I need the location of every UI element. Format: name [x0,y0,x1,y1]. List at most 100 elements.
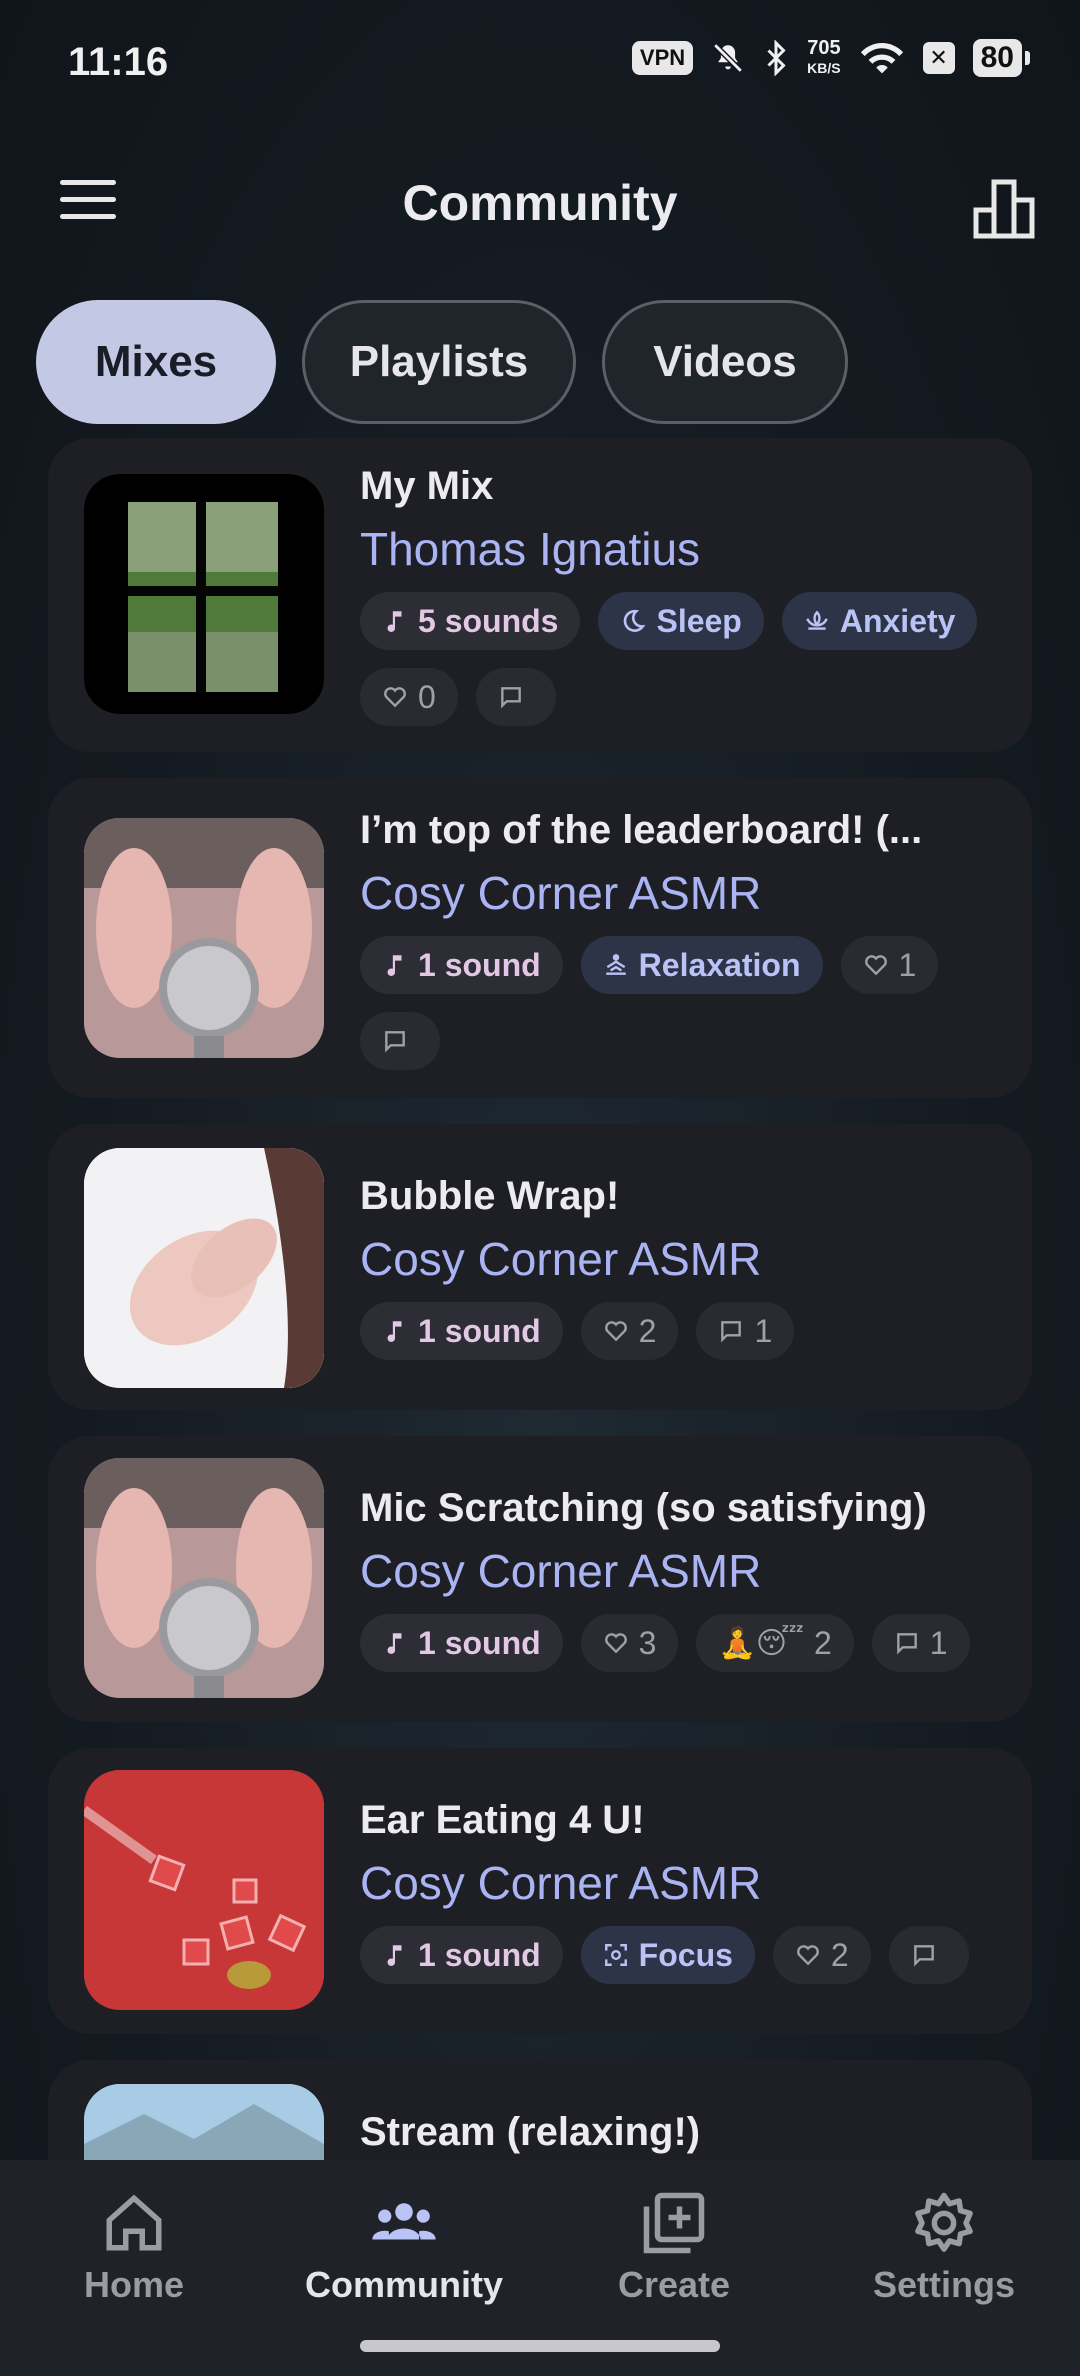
tag-chip-anxiety[interactable]: Anxiety [781,592,978,650]
mix-info: Ear Eating 4 U! Cosy Corner ASMR 1 sound… [360,1794,1002,1984]
mix-chips: 1 sound Relaxation 1 [360,936,1002,1070]
mix-chips: 1 sound 3 🧘😴 2 1 [360,1614,1002,1672]
meditation-icon [605,954,626,975]
tab-bar: Mixes Playlists Videos [36,300,848,424]
moon-icon [624,609,646,632]
mix-card[interactable]: My Mix Thomas Ignatius 5 sounds Sleep An… [48,438,1032,752]
nav-label: Home [83,2264,185,2305]
mix-title: I’m top of the leaderboard! (... [360,808,923,852]
leaderboard-icon[interactable] [970,172,1040,242]
comment-icon [500,687,521,709]
mix-card[interactable]: I’m top of the leaderboard! (... Cosy Co… [48,778,1032,1098]
home-indicator[interactable] [360,2340,720,2352]
mix-thumbnail [84,1458,324,1698]
status-bar: 11:16 VPN 705 KB/S ✕ 80 [0,0,1080,120]
mix-chips: 5 sounds Sleep Anxiety 0 [360,592,1002,726]
mix-card[interactable]: Mic Scratching (so satisfying) Cosy Corn… [48,1436,1032,1722]
tag-label: Anxiety [839,602,956,639]
heart-icon [384,687,406,708]
ice-cubes-image [84,1770,324,2010]
mix-card[interactable]: Ear Eating 4 U! Cosy Corner ASMR 1 sound… [48,1748,1032,2034]
sound-count-chip[interactable]: 1 sound [360,1302,563,1360]
reaction-count: 2 [813,1624,832,1661]
home-icon [106,2194,162,2251]
comment-count: 1 [754,1312,773,1349]
status-icons: VPN 705 KB/S ✕ 80 [631,37,1031,78]
speed-unit: KB/S [807,60,841,76]
tag-label: Focus [638,1936,733,1973]
like-chip[interactable]: 1 [840,936,939,994]
tag-chip-relaxation[interactable]: Relaxation [580,936,823,994]
tab-mixes[interactable]: Mixes [36,300,276,424]
speed-value: 705 [807,37,841,59]
like-chip[interactable]: 2 [580,1302,679,1360]
reaction-chip[interactable]: 🧘😴 2 [696,1614,854,1672]
sound-count-chip[interactable]: 5 sounds [360,592,581,650]
tag-label: Relaxation [638,946,801,983]
music-note-icon [387,611,402,633]
tag-label: Sleep [656,602,742,639]
lotus-icon [806,610,828,630]
mix-thumbnail [84,818,324,1058]
mix-card[interactable]: Stream (relaxing!) [48,2060,1032,2160]
mix-thumbnail [84,474,324,714]
mix-title: Stream (relaxing!) [360,2110,701,2154]
sound-count-chip[interactable]: 1 sound [360,1614,563,1672]
music-note-icon [387,1321,402,1343]
like-chip[interactable]: 3 [580,1614,679,1672]
tab-videos[interactable]: Videos [602,300,848,424]
like-count: 2 [638,1312,657,1349]
mix-author[interactable]: Cosy Corner ASMR [360,1228,1002,1290]
mix-info: Mic Scratching (so satisfying) Cosy Corn… [360,1482,1002,1672]
comment-icon [385,1031,405,1053]
app-bar: Community [0,150,1080,260]
like-chip[interactable]: 0 [360,668,458,726]
mix-info: Bubble Wrap! Cosy Corner ASMR 1 sound 2 … [360,1170,1002,1360]
mix-card[interactable]: Bubble Wrap! Cosy Corner ASMR 1 sound 2 … [48,1124,1032,1410]
nav-label: Settings [872,2264,1015,2305]
comment-icon [913,1945,934,1967]
heart-icon [604,1633,627,1654]
sound-count: 1 sound [418,1624,541,1661]
comment-chip[interactable] [360,1012,440,1070]
close-box-icon: ✕ [922,42,955,74]
tag-chip-sleep[interactable]: Sleep [598,592,764,650]
microphone-hands-image [84,1458,324,1698]
comment-chip[interactable] [888,1926,969,1984]
tag-chip-focus[interactable]: Focus [580,1926,755,1984]
sound-count: 5 sounds [418,602,559,639]
mix-info: I’m top of the leaderboard! (... Cosy Co… [360,804,1002,1070]
like-count: 2 [830,1936,849,1973]
nav-create[interactable]: Create [564,2190,784,2306]
music-note-icon [387,1945,402,1967]
wifi-icon [860,43,903,74]
battery-icon: 80 [972,39,1031,77]
sound-count: 1 sound [418,1936,541,1973]
mix-author[interactable]: Cosy Corner ASMR [360,1540,1002,1602]
reaction-emojis: 🧘😴 [718,1626,804,1660]
heart-icon [864,955,887,976]
like-chip[interactable]: 2 [772,1926,871,1984]
nav-settings[interactable]: Settings [834,2190,1054,2306]
comment-chip[interactable]: 1 [871,1614,970,1672]
comment-icon [721,1321,742,1343]
mix-author[interactable]: Cosy Corner ASMR [360,862,1002,924]
comment-chip[interactable] [475,668,556,726]
mix-author[interactable]: Thomas Ignatius [360,518,1002,580]
like-count: 3 [638,1624,657,1661]
sound-count-chip[interactable]: 1 sound [360,1926,563,1984]
nav-home[interactable]: Home [24,2190,244,2306]
nav-community[interactable]: Community [294,2190,514,2306]
music-note-icon [387,1633,402,1655]
comment-chip[interactable]: 1 [696,1302,795,1360]
create-icon [643,2192,705,2254]
mix-thumbnail [84,1148,324,1388]
mix-title: Bubble Wrap! [360,1174,620,1218]
tab-playlists[interactable]: Playlists [302,300,576,424]
vpn-icon: VPN [631,41,694,75]
sound-count-chip[interactable]: 1 sound [360,936,563,994]
community-icon [372,2203,436,2240]
mix-author[interactable]: Cosy Corner ASMR [360,1852,1002,1914]
sound-count: 1 sound [418,946,541,983]
mix-list: My Mix Thomas Ignatius 5 sounds Sleep An… [48,438,1032,2160]
